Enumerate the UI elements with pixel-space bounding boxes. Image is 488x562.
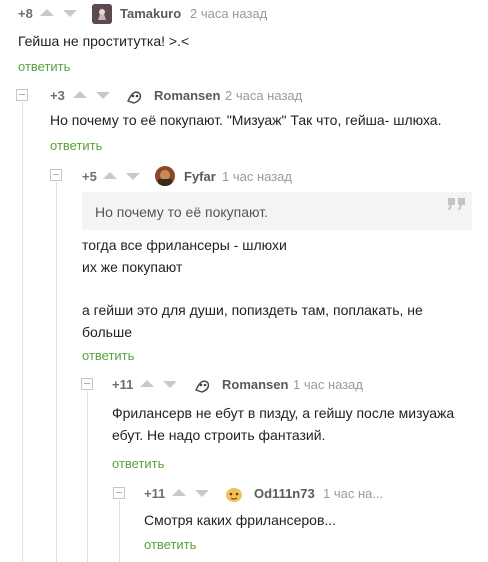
comment-rating: +11 (144, 486, 166, 501)
avatar[interactable] (92, 4, 112, 24)
comment-author[interactable]: Od111n73 (254, 486, 315, 501)
thread-line (56, 182, 57, 562)
arrow-up-icon[interactable] (140, 380, 154, 387)
comment-time: 1 час на... (323, 486, 384, 501)
arrow-up-icon[interactable] (40, 9, 54, 16)
collapse-icon[interactable] (81, 378, 93, 390)
comment-text-line: а гейши это для души, попиздеть там, поп… (82, 302, 423, 318)
thread-line (87, 391, 88, 562)
comment-author[interactable]: Romansen (222, 377, 288, 392)
avatar[interactable] (224, 484, 244, 504)
comment-rating: +5 (82, 169, 97, 184)
arrow-down-icon[interactable] (195, 490, 209, 497)
quote-block: Но почему то её покупают. (82, 192, 472, 230)
comment-text-line: Фрилансерв не ебут в пизду, а гейшу посл… (112, 405, 455, 421)
quote-text: Но почему то её покупают. (95, 204, 268, 220)
comment-rating: +11 (112, 377, 134, 392)
quote-mark-icon (448, 198, 465, 211)
avatar[interactable] (124, 86, 144, 106)
arrow-down-icon[interactable] (163, 381, 177, 388)
reply-link[interactable]: ответить (18, 59, 70, 74)
comment-rating: +8 (18, 6, 33, 21)
comment-author[interactable]: Fyfar (184, 169, 216, 184)
comment-time: 1 час назад (293, 377, 363, 392)
comment-author[interactable]: Tamakuro (120, 6, 181, 21)
thread-line (119, 500, 120, 562)
avatar[interactable] (155, 166, 175, 186)
collapse-icon[interactable] (113, 487, 125, 499)
comment-text: Но почему то её покупают. "Мизуаж" Так ч… (50, 112, 442, 128)
collapse-icon[interactable] (16, 89, 28, 101)
arrow-up-icon[interactable] (103, 172, 117, 179)
arrow-down-icon[interactable] (96, 92, 110, 99)
arrow-down-icon[interactable] (63, 10, 77, 17)
thread-line (22, 102, 23, 562)
comment-rating: +3 (50, 88, 65, 103)
collapse-icon[interactable] (50, 169, 62, 181)
arrow-up-icon[interactable] (172, 489, 186, 496)
reply-link[interactable]: ответить (144, 537, 196, 552)
reply-link[interactable]: ответить (112, 456, 164, 471)
avatar[interactable] (192, 375, 212, 395)
arrow-down-icon[interactable] (126, 173, 140, 180)
comment-author[interactable]: Romansen (154, 88, 220, 103)
comment-time: 2 часа назад (190, 6, 268, 21)
comment-text-line: больше (82, 324, 132, 340)
comment-text-line: тогда все фрилансеры - шлюхи (82, 237, 287, 253)
comment-text-line: ебут. Не надо строить фантазий. (112, 427, 326, 443)
arrow-up-icon[interactable] (73, 91, 87, 98)
reply-link[interactable]: ответить (82, 348, 134, 363)
comment-time: 1 час назад (222, 169, 292, 184)
comment-text-line: их же покупают (82, 259, 183, 275)
comment-text: Смотря каких фрилансеров... (144, 512, 337, 528)
comment-text: Гейша не проститутка! >.< (18, 33, 190, 49)
comment-time: 2 часа назад (225, 88, 303, 103)
reply-link[interactable]: ответить (50, 138, 102, 153)
